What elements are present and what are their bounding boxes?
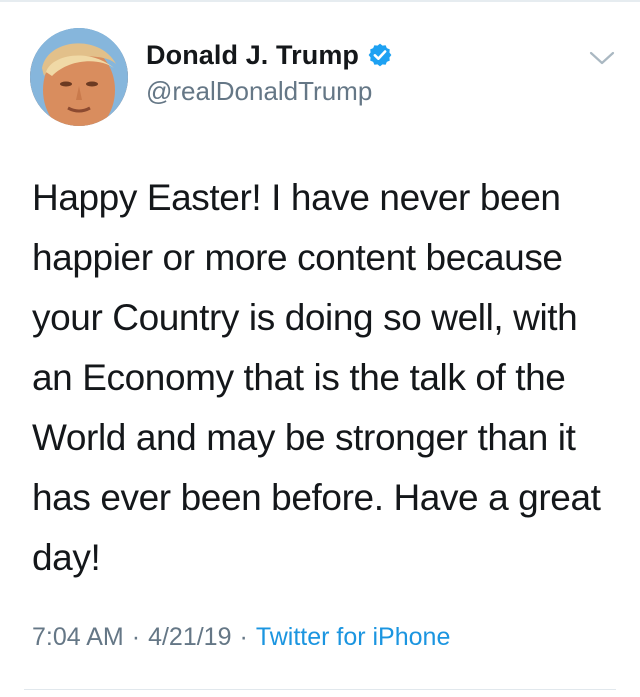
tweet-time[interactable]: 7:04 AM — [32, 623, 124, 652]
chevron-down-icon[interactable] — [588, 48, 616, 68]
tweet-card: Donald J. Trump @realDonaldTrump Happy E… — [0, 0, 640, 697]
verified-badge-icon — [367, 42, 393, 68]
author-names: Donald J. Trump @realDonaldTrump — [146, 38, 393, 107]
user-handle[interactable]: @realDonaldTrump — [146, 76, 393, 107]
meta-separator: · — [239, 623, 248, 651]
tweet-metadata: 7:04 AM · 4/21/19 · Twitter for iPhone — [32, 623, 450, 652]
display-name-row: Donald J. Trump — [146, 38, 393, 72]
meta-separator: · — [131, 623, 141, 651]
profile-photo-icon — [30, 28, 128, 126]
tweet-source-link[interactable]: Twitter for iPhone — [256, 623, 451, 652]
display-name[interactable]: Donald J. Trump — [146, 40, 359, 71]
tweet-header: Donald J. Trump @realDonaldTrump — [30, 24, 620, 134]
bottom-divider — [24, 689, 616, 690]
avatar[interactable] — [30, 28, 128, 126]
tweet-text: Happy Easter! I have never been happier … — [32, 177, 611, 578]
tweet-date[interactable]: 4/21/19 — [148, 623, 231, 652]
